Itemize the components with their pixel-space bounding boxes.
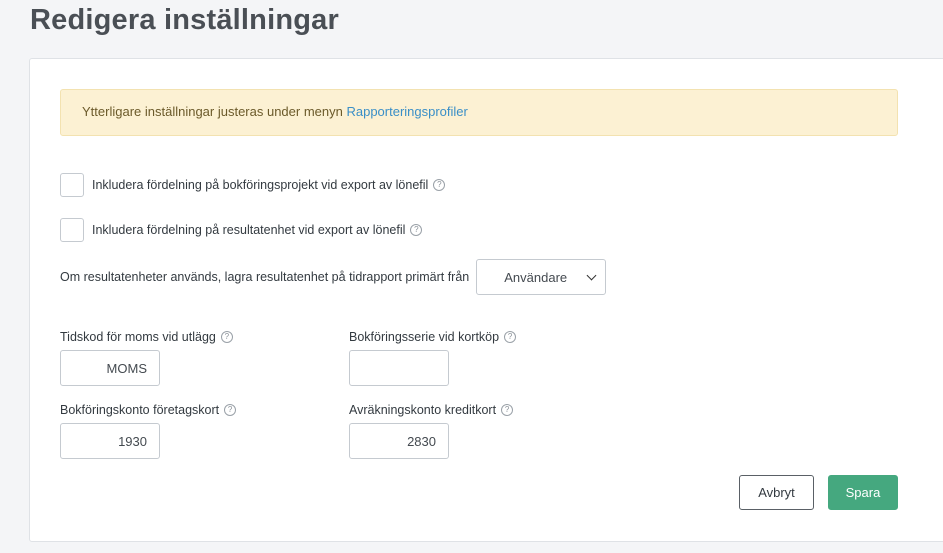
- settings-card: Ytterligare inställningar justeras under…: [29, 58, 943, 542]
- project-distribution-label: Inkludera fördelning på bokföringsprojek…: [92, 178, 429, 192]
- card-series-input[interactable]: [349, 350, 449, 386]
- vat-timecode-input[interactable]: MOMS: [60, 350, 160, 386]
- card-series-label: Bokföringsserie vid kortköp ?: [349, 330, 517, 344]
- page-title: Redigera inställningar: [30, 4, 339, 36]
- unit-source-select[interactable]: Användare: [476, 259, 607, 295]
- chevron-down-icon: [586, 270, 597, 281]
- unit-distribution-row: Inkludera fördelning på resultatenhet vi…: [60, 218, 423, 242]
- company-card-account-label: Bokföringskonto företagskort ?: [60, 403, 237, 417]
- help-icon[interactable]: ?: [504, 331, 517, 343]
- unit-source-label: Om resultatenheter används, lagra result…: [60, 270, 470, 284]
- unit-distribution-checkbox[interactable]: [60, 218, 84, 242]
- help-icon[interactable]: ?: [220, 331, 233, 343]
- company-card-account-input[interactable]: 1930: [60, 423, 160, 459]
- project-distribution-row: Inkludera fördelning på bokföringsprojek…: [60, 173, 446, 197]
- project-distribution-checkbox[interactable]: [60, 173, 84, 197]
- save-button[interactable]: Spara: [828, 475, 898, 510]
- help-icon[interactable]: ?: [410, 224, 423, 236]
- info-notice: Ytterligare inställningar justeras under…: [60, 89, 898, 136]
- help-icon[interactable]: ?: [224, 404, 237, 416]
- unit-distribution-label: Inkludera fördelning på resultatenhet vi…: [92, 223, 406, 237]
- help-icon[interactable]: ?: [501, 404, 514, 416]
- credit-card-account-label: Avräkningskonto kreditkort ?: [349, 403, 514, 417]
- cancel-button[interactable]: Avbryt: [739, 475, 814, 510]
- credit-card-account-input[interactable]: 2830: [349, 423, 449, 459]
- unit-source-value: Användare: [504, 269, 568, 285]
- help-icon[interactable]: ?: [433, 179, 446, 191]
- reporting-profiles-link[interactable]: Rapporteringsprofiler: [346, 104, 467, 119]
- notice-text: Ytterligare inställningar justeras under…: [82, 104, 347, 119]
- vat-timecode-label: Tidskod för moms vid utlägg ?: [60, 330, 233, 344]
- unit-source-row: Om resultatenheter används, lagra result…: [60, 259, 607, 295]
